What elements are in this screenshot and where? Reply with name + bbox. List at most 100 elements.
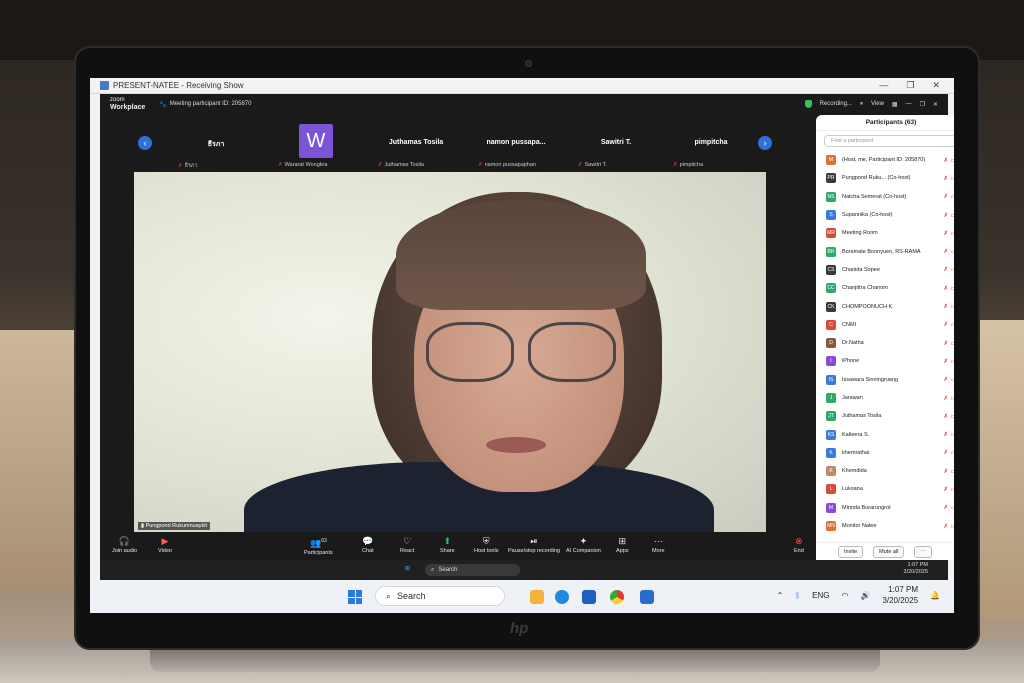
mic-video-muted-icon: ✗▭ xyxy=(943,267,954,274)
participant-row[interactable]: KS Kalteera S. ✗▭ xyxy=(816,425,954,443)
chat-button[interactable]: 💬 Chat xyxy=(362,536,374,554)
hp-logo: hp xyxy=(510,620,529,637)
wifi-icon[interactable]: ◠ xyxy=(841,591,848,600)
participant-row[interactable]: MR Meeting Room ✗▭ xyxy=(816,224,954,242)
store-icon[interactable] xyxy=(582,590,596,604)
participant-row[interactable]: NS Natcha Semerat (Co-host) ✗▭ xyxy=(816,188,954,206)
shield-icon[interactable] xyxy=(804,100,812,108)
participant-name: Juthamas Tosila xyxy=(842,413,882,420)
participant-name: khemrathai xyxy=(842,449,870,456)
participant-row[interactable]: S Supannika (Co-host) ✗▭ xyxy=(816,206,954,224)
participant-name: Supannika (Co-host) xyxy=(842,212,893,219)
remote-clock[interactable]: 1:07 PM 3/20/2025 xyxy=(904,562,928,576)
mic-video-muted-icon: ✗▭ xyxy=(943,340,954,347)
remote-taskbar: ⊞ ⌕ Search 1:07 PM 3/20/2025 xyxy=(100,560,948,580)
chevron-up-icon[interactable]: ⌃ xyxy=(777,591,784,600)
apps-button[interactable]: ⊞ Apps xyxy=(616,536,629,554)
participant-row[interactable]: D Dr.Natha ✗▭ xyxy=(816,334,954,352)
participant-name: Boramate Boonyuen, RS-RAMA xyxy=(842,248,921,255)
mic-muted-icon: ✗ xyxy=(673,162,678,168)
gallery-tile[interactable]: namon pussapa... ✗ namon pussapaphan xyxy=(466,122,566,170)
recording-status[interactable]: Recording... xyxy=(820,101,852,107)
mic-video-muted-icon: ✗▭ xyxy=(943,249,954,256)
participant-row[interactable]: BR Boramate Boonyuen, RS-RAMA ✗▭ xyxy=(816,242,954,260)
close-button[interactable]: ✕ xyxy=(932,80,940,91)
system-tray: ⌃ ᛒ ENG ◠ 🔊 1:07 PM 3/20/2025 🔔 xyxy=(777,584,940,606)
zoom-close-icon[interactable]: ✕ xyxy=(933,101,938,108)
minimize-button[interactable]: — xyxy=(879,80,888,91)
video-button[interactable]: ▶ Video xyxy=(158,536,172,554)
participant-row[interactable]: K Khemdida ✗▭ xyxy=(816,462,954,480)
participant-avatar: K xyxy=(826,466,836,477)
active-speaker-video[interactable]: ▮ Pungpond Rukumnuaykit xyxy=(134,172,766,532)
recording-button[interactable]: ⏯ Pause/stop recording xyxy=(508,536,560,554)
remote-start-icon[interactable]: ⊞ xyxy=(405,565,410,572)
share-button[interactable]: ⬆ Share xyxy=(440,536,455,554)
start-icon[interactable] xyxy=(348,590,362,604)
participant-row[interactable]: MN Monitor Natee ✗▭ xyxy=(816,517,954,535)
bluetooth-icon[interactable]: ᛒ xyxy=(795,591,800,600)
language-indicator[interactable]: ENG xyxy=(812,591,829,600)
participant-avatar: CK xyxy=(826,301,836,312)
ai-companion-button[interactable]: ✦ AI Companion xyxy=(566,536,601,554)
participant-avatar: NS xyxy=(826,191,836,202)
participant-row[interactable]: M (Host, me, Participant ID: 205870) ✗▭ xyxy=(816,151,954,169)
participant-row[interactable]: L Luksana ✗▭ xyxy=(816,480,954,498)
participant-row[interactable]: C CNMI ✗▭ xyxy=(816,316,954,334)
gallery-tile[interactable]: Juthamas Tosila ✗ Juthamas Tosila xyxy=(366,122,466,170)
participant-row[interactable]: IS Issawara Sinningruang ✗▭ xyxy=(816,371,954,389)
participant-search-input[interactable]: Find a participant xyxy=(824,135,954,147)
gallery-strip: ธีรภา ✗ ธีรภา W ✗ Wararat Wongkra Juthamas… xyxy=(136,122,766,170)
zoom-restore-icon[interactable]: ❐ xyxy=(920,101,925,108)
participant-avatar: C xyxy=(826,319,836,330)
end-button[interactable]: ⊗ End xyxy=(794,536,804,554)
chrome-icon[interactable] xyxy=(610,590,624,604)
gallery-tile[interactable]: ธีรภา ✗ ธีรภา xyxy=(166,122,266,170)
participant-row[interactable]: CK CHOMPOONUCH K. ✗▭ xyxy=(816,297,954,315)
local-clock[interactable]: 1:07 PM 3/20/2025 xyxy=(882,584,918,606)
mic-video-muted-icon: ✗▭ xyxy=(943,432,954,439)
grid-icon[interactable]: ▦ xyxy=(892,101,898,108)
react-button[interactable]: ♡ React xyxy=(400,536,414,554)
participant-row[interactable]: CS Chanida Sopee ✗▭ xyxy=(816,261,954,279)
gallery-tile[interactable]: Sawitri T. ✗ Sawitri T. xyxy=(566,122,666,170)
tile-name: ธีรภา xyxy=(207,141,225,148)
search-icon: ⌕ xyxy=(386,590,392,601)
gallery-tile[interactable]: W ✗ Wararat Wongkra xyxy=(266,122,366,170)
mute-all-button[interactable]: Mute all xyxy=(873,545,905,558)
zoom-minimize-icon[interactable]: — xyxy=(906,101,912,107)
panel-more-button[interactable]: ⋯ xyxy=(914,545,932,558)
volume-icon[interactable]: 🔊 xyxy=(860,591,870,600)
gallery-tile[interactable]: pimpitcha ✗ pimpitcha xyxy=(661,122,761,170)
participant-row[interactable]: JT Juthamas Tosila ✗▭ xyxy=(816,407,954,425)
edge-icon[interactable] xyxy=(555,590,569,604)
remote-search-box[interactable]: ⌕ Search xyxy=(425,564,520,576)
participant-row[interactable]: IiPhone ✗▭ xyxy=(816,352,954,370)
join-audio-button[interactable]: 🎧 Join audio xyxy=(112,536,137,554)
restore-button[interactable]: ❐ xyxy=(906,80,914,91)
notification-bell-icon[interactable]: 🔔 xyxy=(930,591,940,600)
end-icon: ⊗ xyxy=(795,536,803,546)
participant-row[interactable]: J Jarawan ✗▭ xyxy=(816,389,954,407)
mic-video-muted-icon: ✗▭ xyxy=(943,505,954,512)
participant-row[interactable]: Kkhemrathai ✗▭ xyxy=(816,444,954,462)
more-button[interactable]: ⋯ More xyxy=(652,536,665,554)
tile-name: namon pussapa... xyxy=(486,139,546,146)
pause-icon[interactable]: ⏸ xyxy=(860,101,863,108)
participant-row[interactable]: M Mirinda Burarungrot ✗▭ xyxy=(816,499,954,517)
participant-name: iPhone xyxy=(842,358,860,365)
participants-button[interactable]: 👥63 Participants xyxy=(304,536,333,556)
file-explorer-icon[interactable] xyxy=(530,590,544,604)
meeting-info[interactable]: 🐾 Meeting participant ID: 205870 xyxy=(159,101,251,108)
view-button[interactable]: View xyxy=(871,101,884,107)
local-search-box[interactable]: ⌕ Search xyxy=(375,586,505,606)
participant-name: Chanida Sopee xyxy=(842,266,880,273)
host-tools-button[interactable]: ⛨ Host tools xyxy=(474,536,498,554)
invite-button[interactable]: Invite xyxy=(838,545,864,558)
search-icon: ⌕ xyxy=(431,566,435,573)
zoom-meeting-window: zoom Workplace 🐾 Meeting participant ID:… xyxy=(100,94,954,560)
remote-app-icon[interactable] xyxy=(640,590,654,604)
participant-row[interactable]: PR Pungpond Ruku... (Co-host) ✗▭ xyxy=(816,169,954,187)
participant-row[interactable]: CC Chanjittra Chanom ✗▭ xyxy=(816,279,954,297)
mic-muted-icon: ✗ xyxy=(378,162,383,168)
